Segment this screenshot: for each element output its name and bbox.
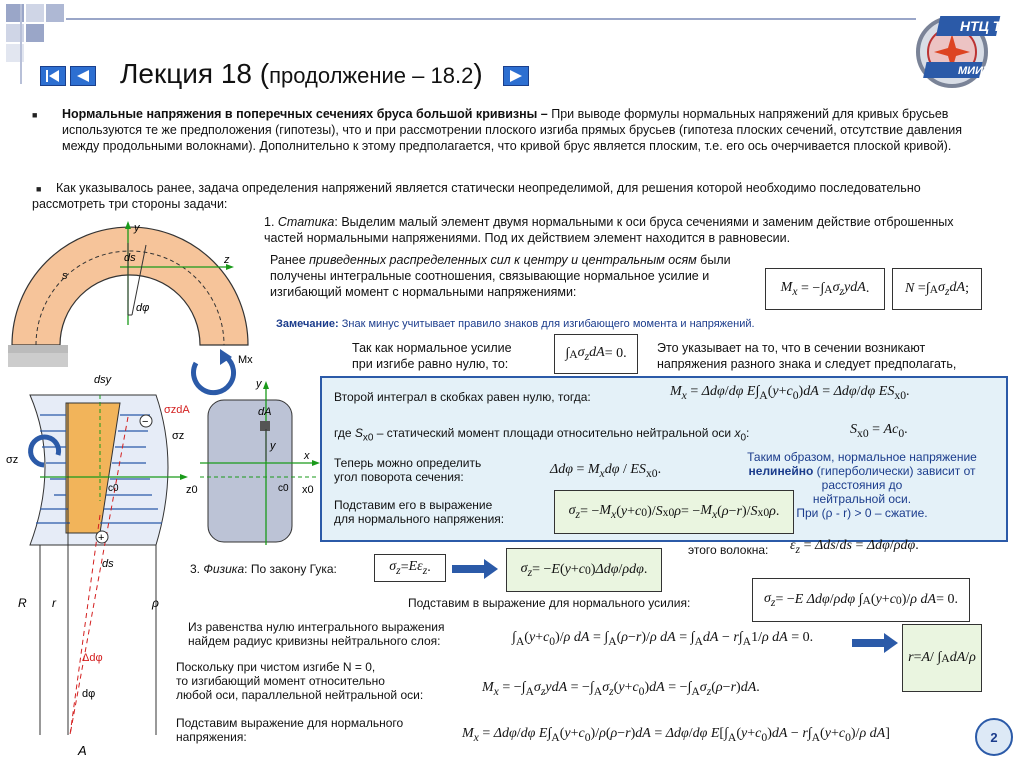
final-moment-formula: Mx = Δdφ/dφ E∫A(y+c0)/ρ(ρ−r)dA = Δdφ/dφ … xyxy=(462,726,890,744)
svg-text:σz: σz xyxy=(172,430,184,442)
derivation-panel: Второй интеграл в скобках равен нулю, то… xyxy=(320,376,1008,542)
arrow-left-icon xyxy=(77,70,89,82)
svg-text:c0: c0 xyxy=(278,483,289,494)
intro-paragraph-2: Как указывалось ранее, задача определени… xyxy=(32,181,921,211)
decor-square xyxy=(26,4,44,22)
svg-text:r: r xyxy=(52,596,57,610)
moment-expansion-formula: Mx = Δdφ/dφ E∫A(y+c0)dA = Δdφ/dφ ESx0. xyxy=(670,384,910,402)
hooke-stress-formula: σz = − E(y + c 0) Δdφ / ρdφ. xyxy=(506,548,662,592)
pure-bending-text: Поскольку при чистом изгибе N = 0, то изг… xyxy=(176,660,424,702)
page-number: 2 xyxy=(975,718,1013,756)
zero-force-formula: ∫ AσzdA = 0. xyxy=(554,334,638,374)
svg-text:σz: σz xyxy=(6,454,18,466)
subst-force-text: Подставим в выражение для нормального ус… xyxy=(408,596,691,610)
physics-label: 3. Физика: По закону Гука: xyxy=(190,562,337,576)
substitute-text: Подставим его в выражение для нормального… xyxy=(334,498,505,526)
integral-relations-text: Ранее приведенных распределенных сил к ц… xyxy=(270,253,731,299)
svg-text:dφ: dφ xyxy=(82,688,95,700)
hooke-formula: σz = Eεz. xyxy=(374,554,446,582)
subst-stress-text: Подставим выражение для нормального напря… xyxy=(176,716,404,744)
svg-text:s: s xyxy=(62,270,68,282)
sign-remark: Замечание: Знак минус учитывает правило … xyxy=(276,318,755,330)
svg-text:x0: x0 xyxy=(302,484,314,496)
moment-integral-formula: Mx = −∫ AσzydA. xyxy=(765,268,885,310)
prev-slide-button[interactable] xyxy=(70,66,96,86)
force-integral-formula: N =∫ AσzdA; xyxy=(892,268,982,310)
svg-text:ds: ds xyxy=(124,252,136,264)
first-slide-button[interactable] xyxy=(40,66,66,86)
arrow-right-icon xyxy=(852,633,898,653)
svg-text:R: R xyxy=(18,596,27,610)
next-slide-button[interactable] xyxy=(503,66,529,86)
svg-text:НТЦ ТТ: НТЦ ТТ xyxy=(960,18,1004,34)
force-zero-formula: σz = − E Δdφ / ρdφ ∫ A(y + c 0)/ρ dA = 0. xyxy=(752,578,970,622)
intro-paragraph-1: Нормальные напряжения в поперечных сечен… xyxy=(62,107,963,153)
arrow-right-icon xyxy=(452,559,498,579)
svg-text:σzdA: σzdA xyxy=(164,404,190,416)
rotation-angle-formula: Δdφ = Mxdφ / ESx0. xyxy=(550,462,662,480)
svg-text:x: x xyxy=(303,450,310,462)
bullet: ■ xyxy=(32,110,38,120)
second-integral-text: Второй интеграл в скобках равен нулю, то… xyxy=(334,390,591,404)
moment-neutral-formula: Mx = −∫AσzydA = −∫Aσz(y+c0)dA = −∫Aσz(ρ−… xyxy=(482,680,760,698)
svg-text:+: + xyxy=(98,532,104,544)
decor-square xyxy=(26,24,44,42)
svg-text:ds: ds xyxy=(102,558,114,570)
zero-force-text: Так как нормальное усилие при изгибе равн… xyxy=(352,341,512,371)
svg-text:МИИТ: МИИТ xyxy=(958,65,991,77)
decor-line xyxy=(66,18,916,20)
neutral-radius-formula: r = A / ∫ AdA / ρ xyxy=(902,624,982,692)
svg-text:A: A xyxy=(77,743,87,758)
static-moment-formula: Sx0 = Ac0. xyxy=(850,422,908,440)
svg-text:ρ: ρ xyxy=(151,596,159,610)
fiber-text: этого волокна: xyxy=(688,543,769,557)
neutral-layer-equation: ∫A(y+c0)/ρ dA = ∫A(ρ−r)/ρ dA = ∫AdA − r∫… xyxy=(512,630,814,648)
zero-integral-text: Из равенства нулю интегрального выражени… xyxy=(188,620,445,648)
svg-text:Mx: Mx xyxy=(238,354,253,366)
page-title: Лекция 18 (продолжение – 18.2) xyxy=(120,58,483,89)
logo: НТЦ ТТ МИИТ xyxy=(912,8,1011,92)
svg-text:z: z xyxy=(223,254,230,266)
conclusion-text: Таким образом, нормальное напряжение нели… xyxy=(747,450,977,520)
sign-indication-text: Это указывает на то, что в сечении возни… xyxy=(657,341,957,371)
svg-text:Δdφ: Δdφ xyxy=(82,652,103,664)
svg-text:y: y xyxy=(255,378,263,390)
svg-text:z0: z0 xyxy=(186,484,198,496)
skip-back-icon xyxy=(46,70,59,82)
strain-formula: εz = Δds/ds = Δdφ/ρdφ. xyxy=(790,538,919,556)
static-moment-text: где Sx0 – статический момент площади отн… xyxy=(334,426,750,444)
svg-text:c0: c0 xyxy=(108,483,119,494)
arrow-right-icon xyxy=(510,70,522,82)
statics-paragraph: 1. Статика: Выделим малый элемент двумя … xyxy=(264,215,954,245)
rotation-angle-text: Теперь можно определить угол поворота сеч… xyxy=(334,456,482,484)
decor-square xyxy=(46,4,64,22)
svg-text:dA: dA xyxy=(258,406,271,418)
decor-line xyxy=(20,4,22,84)
svg-text:dsy: dsy xyxy=(94,374,113,386)
svg-text:−: − xyxy=(142,416,148,428)
svg-text:dφ: dφ xyxy=(136,302,149,314)
